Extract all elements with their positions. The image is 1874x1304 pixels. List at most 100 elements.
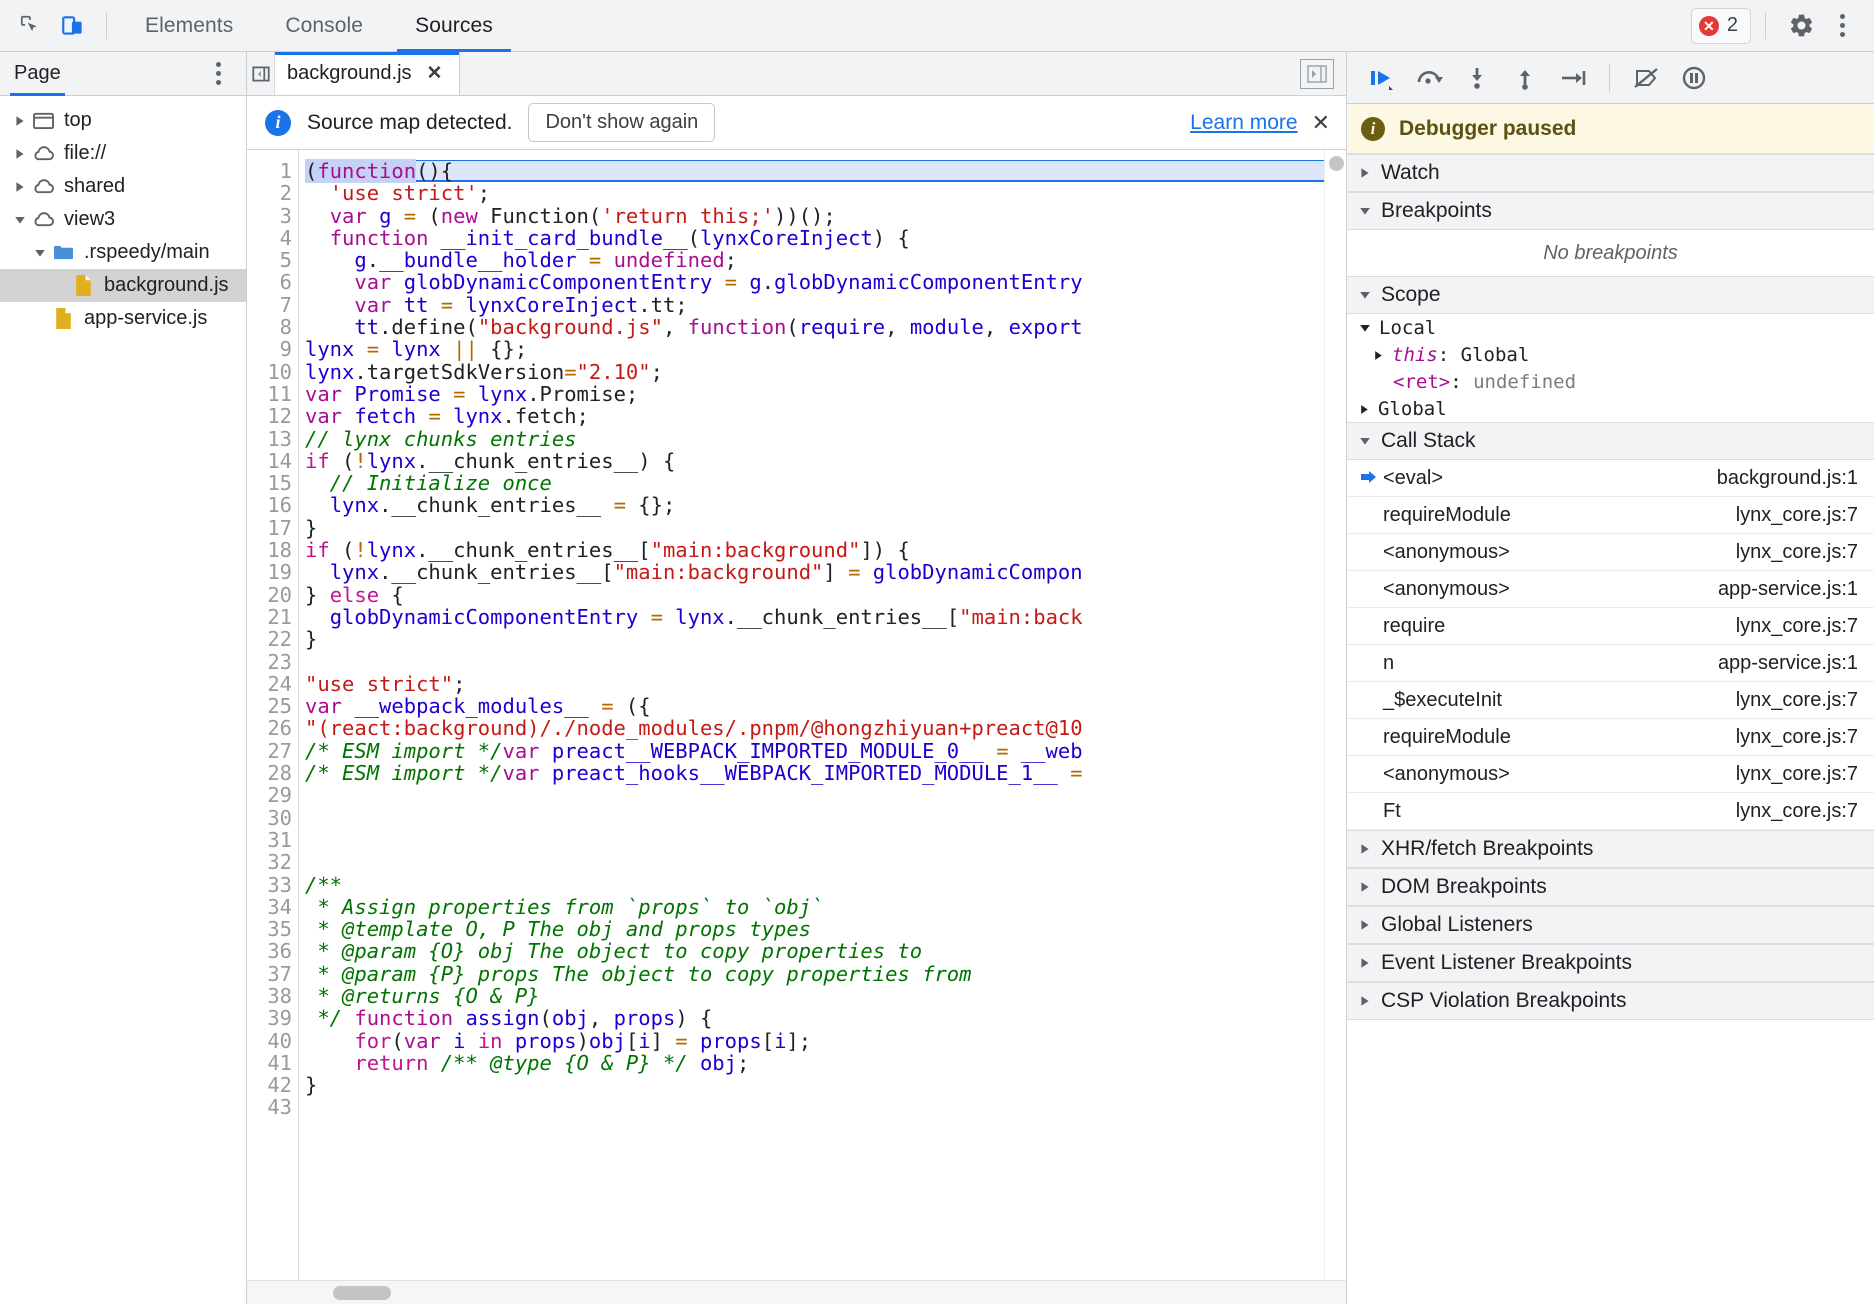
- step-out-icon[interactable]: [1503, 58, 1547, 98]
- line-number[interactable]: 42: [247, 1074, 292, 1097]
- line-number[interactable]: 28: [247, 762, 292, 785]
- line-number[interactable]: 20: [247, 583, 292, 606]
- section-call-stack[interactable]: Call Stack: [1347, 422, 1874, 460]
- line-number[interactable]: 27: [247, 739, 292, 762]
- tab-sources[interactable]: Sources: [389, 0, 519, 52]
- call-stack-frame[interactable]: <anonymous> lynx_core.js:7: [1347, 756, 1874, 793]
- code-line[interactable]: "(react:background)/./node_modules/.pnpm…: [305, 717, 1324, 739]
- code-line[interactable]: lynx = lynx || {};: [305, 338, 1324, 360]
- code-line[interactable]: * @template O, P The obj and props types: [305, 918, 1324, 940]
- section-watch[interactable]: Watch: [1347, 154, 1874, 192]
- call-stack-frame[interactable]: require lynx_core.js:7: [1347, 608, 1874, 645]
- line-number[interactable]: 6: [247, 271, 292, 294]
- call-stack-frame[interactable]: Ft lynx_core.js:7: [1347, 793, 1874, 830]
- line-number[interactable]: 37: [247, 962, 292, 985]
- line-number[interactable]: 11: [247, 383, 292, 406]
- step-icon[interactable]: [1551, 58, 1595, 98]
- code-line[interactable]: [305, 807, 1324, 829]
- line-number[interactable]: 14: [247, 450, 292, 473]
- code-line[interactable]: /* ESM import */var preact__WEBPACK_IMPO…: [305, 740, 1324, 762]
- code-line[interactable]: g.__bundle__holder = undefined;: [305, 249, 1324, 271]
- code-line[interactable]: /**: [305, 873, 1324, 896]
- deactivate-breakpoints-icon[interactable]: [1624, 58, 1668, 98]
- call-stack-frame[interactable]: requireModule lynx_core.js:7: [1347, 497, 1874, 534]
- tab-console[interactable]: Console: [259, 0, 389, 52]
- tree-item-file-scheme[interactable]: file://: [0, 137, 246, 170]
- line-number[interactable]: 13: [247, 427, 292, 450]
- code-line[interactable]: // Initialize once: [305, 472, 1324, 494]
- code-line[interactable]: }: [305, 517, 1324, 539]
- code-line[interactable]: * Assign properties from `props` to `obj…: [305, 896, 1324, 918]
- chevron-down-icon[interactable]: [10, 214, 30, 226]
- code-line[interactable]: (function(){: [305, 159, 1324, 183]
- section-xhr-fetch-breakpoints[interactable]: XHR/fetch Breakpoints: [1347, 830, 1874, 868]
- code-line[interactable]: }: [305, 1074, 1324, 1096]
- code-line[interactable]: if (!lynx.__chunk_entries__["main:backgr…: [305, 539, 1324, 561]
- tree-item-rspeedy-main[interactable]: .rspeedy/main: [0, 236, 246, 269]
- code-line[interactable]: * @param {P} props The object to copy pr…: [305, 963, 1324, 985]
- show-debugger-sidebar-icon[interactable]: [1300, 58, 1334, 89]
- code-line[interactable]: [305, 651, 1324, 673]
- line-number[interactable]: 12: [247, 405, 292, 428]
- code-line[interactable]: } else {: [305, 583, 1324, 606]
- line-number[interactable]: 3: [247, 204, 292, 227]
- code-line[interactable]: * @param {O} obj The object to copy prop…: [305, 940, 1324, 962]
- section-csp-violation-breakpoints[interactable]: CSP Violation Breakpoints: [1347, 982, 1874, 1020]
- code-content[interactable]: (function(){ 'use strict'; var g = (new …: [299, 150, 1324, 1280]
- tree-item-top[interactable]: top: [0, 104, 246, 137]
- line-number[interactable]: 9: [247, 338, 292, 361]
- code-line[interactable]: /* ESM import */var preact_hooks__WEBPAC…: [305, 762, 1324, 784]
- code-line[interactable]: function __init_card_bundle__(lynxCoreIn…: [305, 227, 1324, 249]
- line-number[interactable]: 24: [247, 673, 292, 696]
- pause-on-exceptions-icon[interactable]: [1672, 58, 1716, 98]
- section-event-listener-breakpoints[interactable]: Event Listener Breakpoints: [1347, 944, 1874, 982]
- line-number[interactable]: 31: [247, 829, 292, 852]
- code-line[interactable]: [305, 829, 1324, 851]
- section-breakpoints[interactable]: Breakpoints: [1347, 192, 1874, 230]
- line-number[interactable]: 8: [247, 316, 292, 339]
- line-number[interactable]: 29: [247, 784, 292, 807]
- line-number[interactable]: 21: [247, 606, 292, 629]
- chevron-right-icon[interactable]: [10, 148, 30, 160]
- code-line[interactable]: var tt = lynxCoreInject.tt;: [305, 294, 1324, 316]
- navigator-kebab-menu-icon[interactable]: [200, 55, 236, 93]
- code-line[interactable]: if (!lynx.__chunk_entries__) {: [305, 450, 1324, 472]
- code-line[interactable]: globDynamicComponentEntry = lynx.__chunk…: [305, 606, 1324, 628]
- line-number[interactable]: 33: [247, 873, 292, 896]
- error-count-badge[interactable]: ✕ 2: [1690, 7, 1751, 44]
- line-number[interactable]: 19: [247, 561, 292, 584]
- code-line[interactable]: }: [305, 628, 1324, 650]
- code-line[interactable]: for(var i in props)obj[i] = props[i];: [305, 1029, 1324, 1052]
- line-number[interactable]: 7: [247, 293, 292, 316]
- code-line[interactable]: "use strict";: [305, 673, 1324, 695]
- tab-elements[interactable]: Elements: [119, 0, 259, 52]
- line-number[interactable]: 15: [247, 472, 292, 495]
- code-line[interactable]: [305, 851, 1324, 873]
- tree-item-view3[interactable]: view3: [0, 203, 246, 236]
- code-line[interactable]: * @returns {O & P}: [305, 985, 1324, 1007]
- line-number[interactable]: 16: [247, 494, 292, 517]
- line-number[interactable]: 30: [247, 806, 292, 829]
- code-editor[interactable]: 1 2 3 4 5 6 7 8 9 10 11 12 13 14 15 16 17 18 19 20 21 22 23 24 2…: [247, 150, 1346, 1280]
- code-line[interactable]: var fetch = lynx.fetch;: [305, 405, 1324, 427]
- call-stack-frame[interactable]: _$executeInit lynx_core.js:7: [1347, 682, 1874, 719]
- line-number[interactable]: 34: [247, 895, 292, 918]
- inspect-cursor-icon[interactable]: [10, 7, 52, 45]
- line-number[interactable]: 38: [247, 985, 292, 1008]
- resume-icon[interactable]: [1359, 58, 1403, 98]
- scope-row-ret[interactable]: <ret> : undefined: [1347, 368, 1874, 395]
- scope-global-group[interactable]: Global: [1347, 395, 1874, 422]
- line-number[interactable]: 23: [247, 650, 292, 673]
- code-line[interactable]: var g = (new Function('return this;'))()…: [305, 204, 1324, 227]
- line-number[interactable]: 1: [247, 160, 292, 183]
- device-toggle-icon[interactable]: [52, 7, 94, 45]
- code-line[interactable]: // lynx chunks entries: [305, 427, 1324, 450]
- code-line[interactable]: tt.define("background.js", function(requ…: [305, 316, 1324, 338]
- line-number[interactable]: 32: [247, 851, 292, 874]
- close-icon[interactable]: ✕: [1312, 110, 1330, 136]
- code-line[interactable]: var Promise = lynx.Promise;: [305, 383, 1324, 405]
- call-stack-frame[interactable]: <anonymous> app-service.js:1: [1347, 571, 1874, 608]
- chevron-right-icon[interactable]: [10, 115, 30, 127]
- call-stack-frame[interactable]: <anonymous> lynx_core.js:7: [1347, 534, 1874, 571]
- code-line[interactable]: lynx.targetSdkVersion="2.10";: [305, 361, 1324, 383]
